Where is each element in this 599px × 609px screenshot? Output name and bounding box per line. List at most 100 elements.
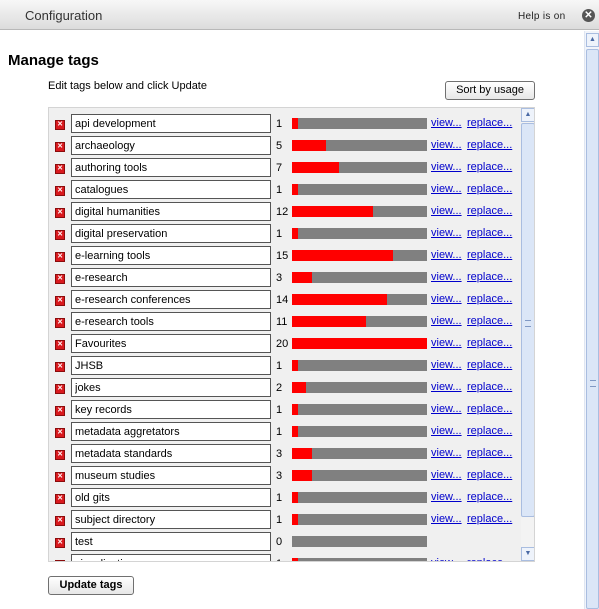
tag-name-input[interactable]: [71, 290, 271, 309]
delete-tag-icon[interactable]: ✕: [55, 230, 65, 240]
view-tag-link[interactable]: view...: [431, 447, 462, 459]
delete-tag-icon[interactable]: ✕: [55, 472, 65, 482]
delete-tag-icon[interactable]: ✕: [55, 560, 65, 561]
tag-name-input[interactable]: [71, 202, 271, 221]
view-tag-link[interactable]: view...: [431, 315, 462, 327]
replace-tag-link[interactable]: replace...: [467, 403, 512, 415]
replace-tag-link[interactable]: replace...: [467, 557, 512, 561]
tag-name-input[interactable]: [71, 378, 271, 397]
replace-tag-link[interactable]: replace...: [467, 381, 512, 393]
delete-tag-icon[interactable]: ✕: [55, 142, 65, 152]
view-tag-link[interactable]: view...: [431, 337, 462, 349]
replace-tag-link[interactable]: replace...: [467, 227, 512, 239]
delete-tag-icon[interactable]: ✕: [55, 274, 65, 284]
tag-name-input[interactable]: [71, 136, 271, 155]
delete-tag-icon[interactable]: ✕: [55, 494, 65, 504]
tag-name-input[interactable]: [71, 444, 271, 463]
tag-list-scrollbar[interactable]: ▲ ▼: [521, 108, 534, 561]
delete-tag-icon[interactable]: ✕: [55, 318, 65, 328]
tag-name-input[interactable]: [71, 554, 271, 561]
tag-name-input[interactable]: [71, 510, 271, 529]
tag-name-input[interactable]: [71, 488, 271, 507]
delete-tag-icon[interactable]: ✕: [55, 450, 65, 460]
tag-name-input[interactable]: [71, 312, 271, 331]
replace-tag-link[interactable]: replace...: [467, 491, 512, 503]
replace-tag-link[interactable]: replace...: [467, 139, 512, 151]
delete-tag-icon[interactable]: ✕: [55, 252, 65, 262]
tag-usage-bar: [292, 294, 427, 305]
tag-name-input[interactable]: [71, 466, 271, 485]
view-tag-link[interactable]: view...: [431, 513, 462, 525]
delete-tag-icon[interactable]: ✕: [55, 340, 65, 350]
view-tag-link[interactable]: view...: [431, 249, 462, 261]
delete-tag-icon[interactable]: ✕: [55, 208, 65, 218]
replace-tag-link[interactable]: replace...: [467, 161, 512, 173]
tag-usage-bar: [292, 382, 427, 393]
view-tag-link[interactable]: view...: [431, 403, 462, 415]
tag-name-input[interactable]: [71, 532, 271, 551]
window-scrollbar[interactable]: ▲: [584, 31, 599, 609]
scroll-up-arrow-icon[interactable]: ▲: [521, 108, 534, 122]
view-tag-link[interactable]: view...: [431, 139, 462, 151]
view-tag-link[interactable]: view...: [431, 183, 462, 195]
replace-tag-link[interactable]: replace...: [467, 425, 512, 437]
tag-name-input[interactable]: [71, 224, 271, 243]
replace-tag-link[interactable]: replace...: [467, 183, 512, 195]
delete-tag-icon[interactable]: ✕: [55, 538, 65, 548]
tag-name-input[interactable]: [71, 114, 271, 133]
tag-usage-bar-fill: [292, 404, 298, 415]
tag-usage-bar-fill: [292, 250, 394, 261]
delete-tag-icon[interactable]: ✕: [55, 384, 65, 394]
view-tag-link[interactable]: view...: [431, 271, 462, 283]
update-tags-button[interactable]: Update tags: [48, 576, 134, 595]
replace-tag-link[interactable]: replace...: [467, 447, 512, 459]
delete-tag-icon[interactable]: ✕: [55, 164, 65, 174]
replace-tag-link[interactable]: replace...: [467, 337, 512, 349]
delete-tag-icon[interactable]: ✕: [55, 362, 65, 372]
tag-row: ✕ 3 view... replace...: [49, 465, 519, 487]
tag-name-input[interactable]: [71, 268, 271, 287]
delete-tag-icon[interactable]: ✕: [55, 296, 65, 306]
window-scroll-thumb[interactable]: [586, 49, 599, 609]
replace-tag-link[interactable]: replace...: [467, 513, 512, 525]
replace-tag-link[interactable]: replace...: [467, 359, 512, 371]
view-tag-link[interactable]: view...: [431, 425, 462, 437]
tag-name-input[interactable]: [71, 246, 271, 265]
tag-name-input[interactable]: [71, 180, 271, 199]
help-toggle[interactable]: Help is on: [518, 11, 565, 22]
replace-tag-link[interactable]: replace...: [467, 469, 512, 481]
delete-tag-icon[interactable]: ✕: [55, 516, 65, 526]
replace-tag-link[interactable]: replace...: [467, 293, 512, 305]
replace-tag-link[interactable]: replace...: [467, 117, 512, 129]
delete-tag-icon[interactable]: ✕: [55, 120, 65, 130]
sort-by-usage-button[interactable]: Sort by usage: [445, 81, 535, 100]
view-tag-link[interactable]: view...: [431, 557, 462, 561]
view-tag-link[interactable]: view...: [431, 359, 462, 371]
tag-name-input[interactable]: [71, 356, 271, 375]
view-tag-link[interactable]: view...: [431, 381, 462, 393]
tag-name-input[interactable]: [71, 400, 271, 419]
view-tag-link[interactable]: view...: [431, 117, 462, 129]
tag-name-input[interactable]: [71, 422, 271, 441]
delete-tag-icon[interactable]: ✕: [55, 186, 65, 196]
replace-tag-link[interactable]: replace...: [467, 271, 512, 283]
replace-tag-link[interactable]: replace...: [467, 315, 512, 327]
delete-tag-icon[interactable]: ✕: [55, 428, 65, 438]
view-tag-link[interactable]: view...: [431, 469, 462, 481]
view-tag-link[interactable]: view...: [431, 161, 462, 173]
view-tag-link[interactable]: view...: [431, 293, 462, 305]
replace-tag-link[interactable]: replace...: [467, 249, 512, 261]
view-tag-link[interactable]: view...: [431, 205, 462, 217]
instructions-text: Edit tags below and click Update: [48, 80, 207, 92]
scroll-up-arrow-icon[interactable]: ▲: [586, 33, 599, 47]
tag-name-input[interactable]: [71, 334, 271, 353]
close-icon[interactable]: ✕: [582, 9, 595, 22]
view-tag-link[interactable]: view...: [431, 491, 462, 503]
scroll-down-arrow-icon[interactable]: ▼: [521, 547, 534, 561]
replace-tag-link[interactable]: replace...: [467, 205, 512, 217]
tag-name-input[interactable]: [71, 158, 271, 177]
tag-list-scroll-thumb[interactable]: [521, 123, 534, 517]
delete-tag-icon[interactable]: ✕: [55, 406, 65, 416]
tag-row: ✕ 1 view... replace...: [49, 179, 519, 201]
view-tag-link[interactable]: view...: [431, 227, 462, 239]
